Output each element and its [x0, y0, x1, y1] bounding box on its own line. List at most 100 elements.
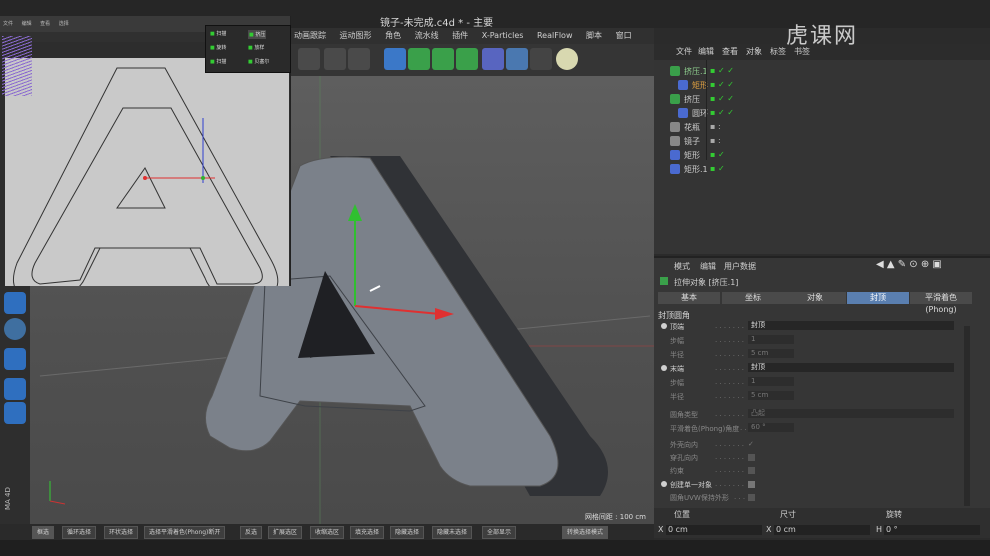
object-row[interactable]: 花瓶 ▪ :	[660, 120, 978, 134]
status-button[interactable]: 环状选择	[104, 526, 139, 539]
param-row[interactable]: 外壳向内. . . . . . . ✓	[670, 440, 970, 450]
status-button[interactable]: 循环选择	[62, 526, 97, 539]
param-row[interactable]: 步幅. . . . . . .1	[670, 335, 970, 346]
tab-caps[interactable]: 封顶	[847, 292, 909, 304]
popup-item[interactable]: ■ 扫描	[210, 30, 226, 37]
tab-basic[interactable]: 基本	[658, 292, 720, 304]
param-row[interactable]: 半径. . . . . . .5 cm	[670, 349, 970, 360]
mouse-icon[interactable]	[4, 292, 26, 314]
object-row[interactable]: 挤压.1 ▪ ✓ ✓	[660, 64, 978, 78]
menu-item[interactable]: 角色	[385, 28, 401, 44]
param-row[interactable]: 顶端. . . . . . . 封顶	[661, 321, 970, 332]
radio-icon[interactable]	[661, 323, 667, 329]
floor-icon[interactable]	[506, 48, 528, 70]
film-icon[interactable]	[298, 48, 320, 70]
check-icon[interactable]: ▪ ✓ ✓	[710, 108, 740, 118]
object-row[interactable]: 挤压 ▪ ✓ ✓	[660, 92, 978, 106]
tab-coord[interactable]: 坐标	[722, 292, 784, 304]
param-row[interactable]: 步幅. . . . . . .1	[670, 377, 970, 388]
x-size-field[interactable]: 0 cm	[774, 525, 870, 535]
check-icon[interactable]: ▪ ✓	[710, 150, 740, 160]
render-settings-icon[interactable]	[348, 48, 370, 70]
inset-canvas[interactable]	[5, 58, 289, 286]
number-field[interactable]: 60 °	[748, 423, 794, 432]
radio-icon[interactable]	[661, 365, 667, 371]
inset-menu-item[interactable]: 查看	[40, 16, 50, 32]
popup-item[interactable]: ■ 贝塞尔	[248, 58, 269, 65]
dropdown[interactable]: 凸起	[748, 409, 954, 418]
param-row[interactable]: 圆角类型. . . . . . . 凸起	[670, 409, 970, 420]
inset-menu-item[interactable]: 文件	[3, 16, 13, 32]
light-icon[interactable]	[556, 48, 578, 70]
h-rotation-field[interactable]: 0 °	[884, 525, 980, 535]
popup-item[interactable]: ■ 扫描	[210, 58, 226, 65]
om-menu-item[interactable]: 文件	[676, 46, 692, 57]
lock-icon[interactable]	[4, 378, 26, 400]
visibility-icon[interactable]: ▪ :	[710, 136, 740, 146]
status-button[interactable]: 扩展选区	[268, 526, 303, 539]
status-button[interactable]: 反选	[240, 526, 263, 539]
param-row[interactable]: 创建单一对象. . . . . . .	[661, 480, 970, 490]
cloner-icon[interactable]	[456, 48, 478, 70]
nav-back-icon[interactable]: ◀ ▲ ✎ ⊙ ⊕ ▣	[876, 259, 942, 270]
attr-menu-item[interactable]: 编辑	[700, 261, 716, 272]
param-row[interactable]: 圆角UVW保持外形. . .	[670, 493, 970, 503]
inset-menu-item[interactable]: 编辑	[22, 16, 32, 32]
number-field[interactable]: 1	[748, 335, 794, 344]
status-button[interactable]: 框选	[32, 526, 55, 539]
number-field[interactable]: 1	[748, 377, 794, 386]
om-menu-item[interactable]: 编辑	[698, 46, 714, 57]
menu-item[interactable]: X-Particles	[482, 28, 524, 44]
object-row[interactable]: 圆环 ▪ ✓ ✓	[668, 106, 986, 120]
status-button[interactable]: 转换选择模式	[562, 526, 609, 539]
number-field[interactable]: 5 cm	[748, 391, 794, 400]
cube-icon[interactable]	[384, 48, 406, 70]
radio-icon[interactable]	[661, 481, 667, 487]
scrollbar[interactable]	[964, 326, 970, 506]
visibility-icon[interactable]: ▪ :	[710, 122, 740, 132]
param-row[interactable]: 末端. . . . . . . 封顶	[661, 363, 970, 374]
dropdown[interactable]: 封顶	[748, 363, 954, 372]
menu-item[interactable]: RealFlow	[537, 28, 573, 44]
menu-item[interactable]: 脚本	[586, 28, 602, 44]
param-row[interactable]: 约束. . . . . . .	[670, 466, 970, 476]
check-icon[interactable]: ▪ ✓	[710, 164, 740, 174]
check-icon[interactable]: ▪ ✓ ✓	[710, 66, 740, 76]
attr-menu-item[interactable]: 模式	[674, 261, 690, 272]
menu-item[interactable]: 窗口	[616, 28, 632, 44]
om-menu-item[interactable]: 对象	[746, 46, 762, 57]
magnet-icon[interactable]	[4, 348, 26, 370]
number-field[interactable]: 5 cm	[748, 349, 794, 358]
popup-item[interactable]: ■ 旋转	[210, 44, 226, 51]
param-row[interactable]: 平滑着色(Phong)角度. . 60 °	[670, 423, 970, 434]
status-button[interactable]: 隐藏未选择	[432, 526, 473, 539]
popup-item[interactable]: ■ 放样	[248, 44, 264, 51]
grid-lock-icon[interactable]	[4, 402, 26, 424]
menu-item[interactable]: 流水线	[415, 28, 439, 44]
object-row[interactable]: 矩形 ▪ ✓	[660, 148, 978, 162]
camera-icon[interactable]	[530, 48, 552, 70]
dropdown[interactable]: 封顶	[748, 321, 954, 330]
checkbox[interactable]	[748, 454, 755, 461]
tab-phong[interactable]: 平滑着色(Phong)	[910, 292, 972, 314]
menu-item[interactable]: 运动图形	[340, 28, 372, 44]
popup-item-selected[interactable]: ■ 挤压	[248, 30, 267, 39]
x-position-field[interactable]: 0 cm	[666, 525, 762, 535]
tab-object[interactable]: 对象	[784, 292, 846, 304]
menu-item[interactable]: 插件	[452, 28, 468, 44]
menu-item[interactable]: 动画跟踪	[294, 28, 326, 44]
status-button[interactable]: 填充选择	[350, 526, 385, 539]
status-button[interactable]: 选择平滑着色(Phong)断开	[144, 526, 226, 539]
inset-menu-item[interactable]: 选择	[59, 16, 69, 32]
om-menu-item[interactable]: 标签	[770, 46, 786, 57]
status-button[interactable]: 隐藏选择	[390, 526, 425, 539]
om-menu-item[interactable]: 查看	[722, 46, 738, 57]
snap-icon[interactable]	[4, 318, 26, 340]
render-region-icon[interactable]	[324, 48, 346, 70]
check-icon[interactable]: ▪ ✓ ✓	[710, 94, 740, 104]
status-button[interactable]: 收缩选区	[310, 526, 345, 539]
status-button[interactable]: 全部显示	[482, 526, 517, 539]
object-row[interactable]: 矩形 ▪ ✓ ✓	[668, 78, 986, 92]
attr-menu-item[interactable]: 用户数据	[724, 261, 756, 272]
pen-icon[interactable]	[408, 48, 430, 70]
